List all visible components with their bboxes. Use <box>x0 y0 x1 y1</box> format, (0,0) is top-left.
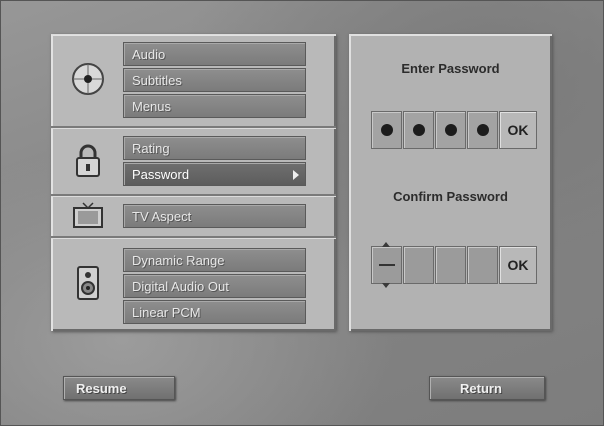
confirm-password-field[interactable]: OK <box>371 242 537 288</box>
menu-group-language: Audio Subtitles Menus <box>51 34 336 128</box>
password-digit[interactable] <box>467 111 498 149</box>
password-digit[interactable] <box>435 111 466 149</box>
resume-button[interactable]: Resume <box>63 376 175 400</box>
password-panel: Enter Password OK Confirm Password OK <box>349 34 552 331</box>
menu-item-label: Menus <box>132 99 172 114</box>
menu-item-subtitles[interactable]: Subtitles <box>123 68 306 92</box>
menu-group-parental: Rating Password <box>51 128 336 196</box>
menu-item-label: Rating <box>132 141 170 156</box>
speaker-icon <box>65 260 111 306</box>
arrow-down-icon <box>382 283 390 288</box>
lock-icon <box>65 138 111 184</box>
menu-group-audio-output: Dynamic Range Digital Audio Out Linear P… <box>51 238 336 331</box>
chevron-right-icon <box>293 170 299 180</box>
menu-group-display: TV Aspect <box>51 196 336 238</box>
menu-item-label: Audio <box>132 47 166 62</box>
enter-password-title: Enter Password <box>401 61 500 76</box>
menu-item-tv-aspect[interactable]: TV Aspect <box>123 204 306 228</box>
cursor-bar <box>378 264 395 266</box>
return-button[interactable]: Return <box>429 376 545 400</box>
menu-item-label: Subtitles <box>132 73 182 88</box>
enter-ok-button[interactable]: OK <box>499 111 537 149</box>
menu-group-audio-output-items: Dynamic Range Digital Audio Out Linear P… <box>123 246 306 326</box>
masked-digit-dot <box>380 124 393 136</box>
menu-item-label: Digital Audio Out <box>132 279 229 294</box>
confirm-ok-button[interactable]: OK <box>499 246 537 284</box>
password-digit[interactable] <box>403 246 434 284</box>
menu-group-language-items: Audio Subtitles Menus <box>123 40 306 120</box>
setup-menu-panel: Audio Subtitles Menus Rating Password TV… <box>51 34 336 331</box>
menu-item-dynamic-range[interactable]: Dynamic Range <box>123 248 306 272</box>
password-digit[interactable] <box>435 246 466 284</box>
arrow-up-icon <box>382 242 390 247</box>
menu-item-audio[interactable]: Audio <box>123 42 306 66</box>
menu-item-linear-pcm[interactable]: Linear PCM <box>123 300 306 324</box>
password-digit[interactable] <box>403 111 434 149</box>
dvd-setup-screen: Audio Subtitles Menus Rating Password TV… <box>0 0 604 426</box>
menu-item-password[interactable]: Password <box>123 162 306 186</box>
tv-icon <box>65 198 111 232</box>
digit-stepper[interactable] <box>371 242 402 288</box>
password-digit[interactable] <box>371 111 402 149</box>
masked-digit-dot <box>412 124 425 136</box>
menu-item-label: Password <box>132 167 190 182</box>
masked-digit-dot <box>444 124 457 136</box>
enter-password-field[interactable]: OK <box>371 111 537 149</box>
menu-group-display-items: TV Aspect <box>123 202 306 230</box>
menu-item-menus[interactable]: Menus <box>123 94 306 118</box>
menu-item-digital-audio-out[interactable]: Digital Audio Out <box>123 274 306 298</box>
confirm-password-title: Confirm Password <box>393 189 508 204</box>
disc-icon <box>65 56 111 102</box>
password-digit[interactable] <box>467 246 498 284</box>
masked-digit-dot <box>476 124 489 136</box>
menu-item-rating[interactable]: Rating <box>123 136 306 160</box>
menu-item-label: TV Aspect <box>132 209 192 224</box>
menu-item-label: Dynamic Range <box>132 253 225 268</box>
menu-group-parental-items: Rating Password <box>123 134 306 188</box>
menu-item-label: Linear PCM <box>132 305 201 320</box>
